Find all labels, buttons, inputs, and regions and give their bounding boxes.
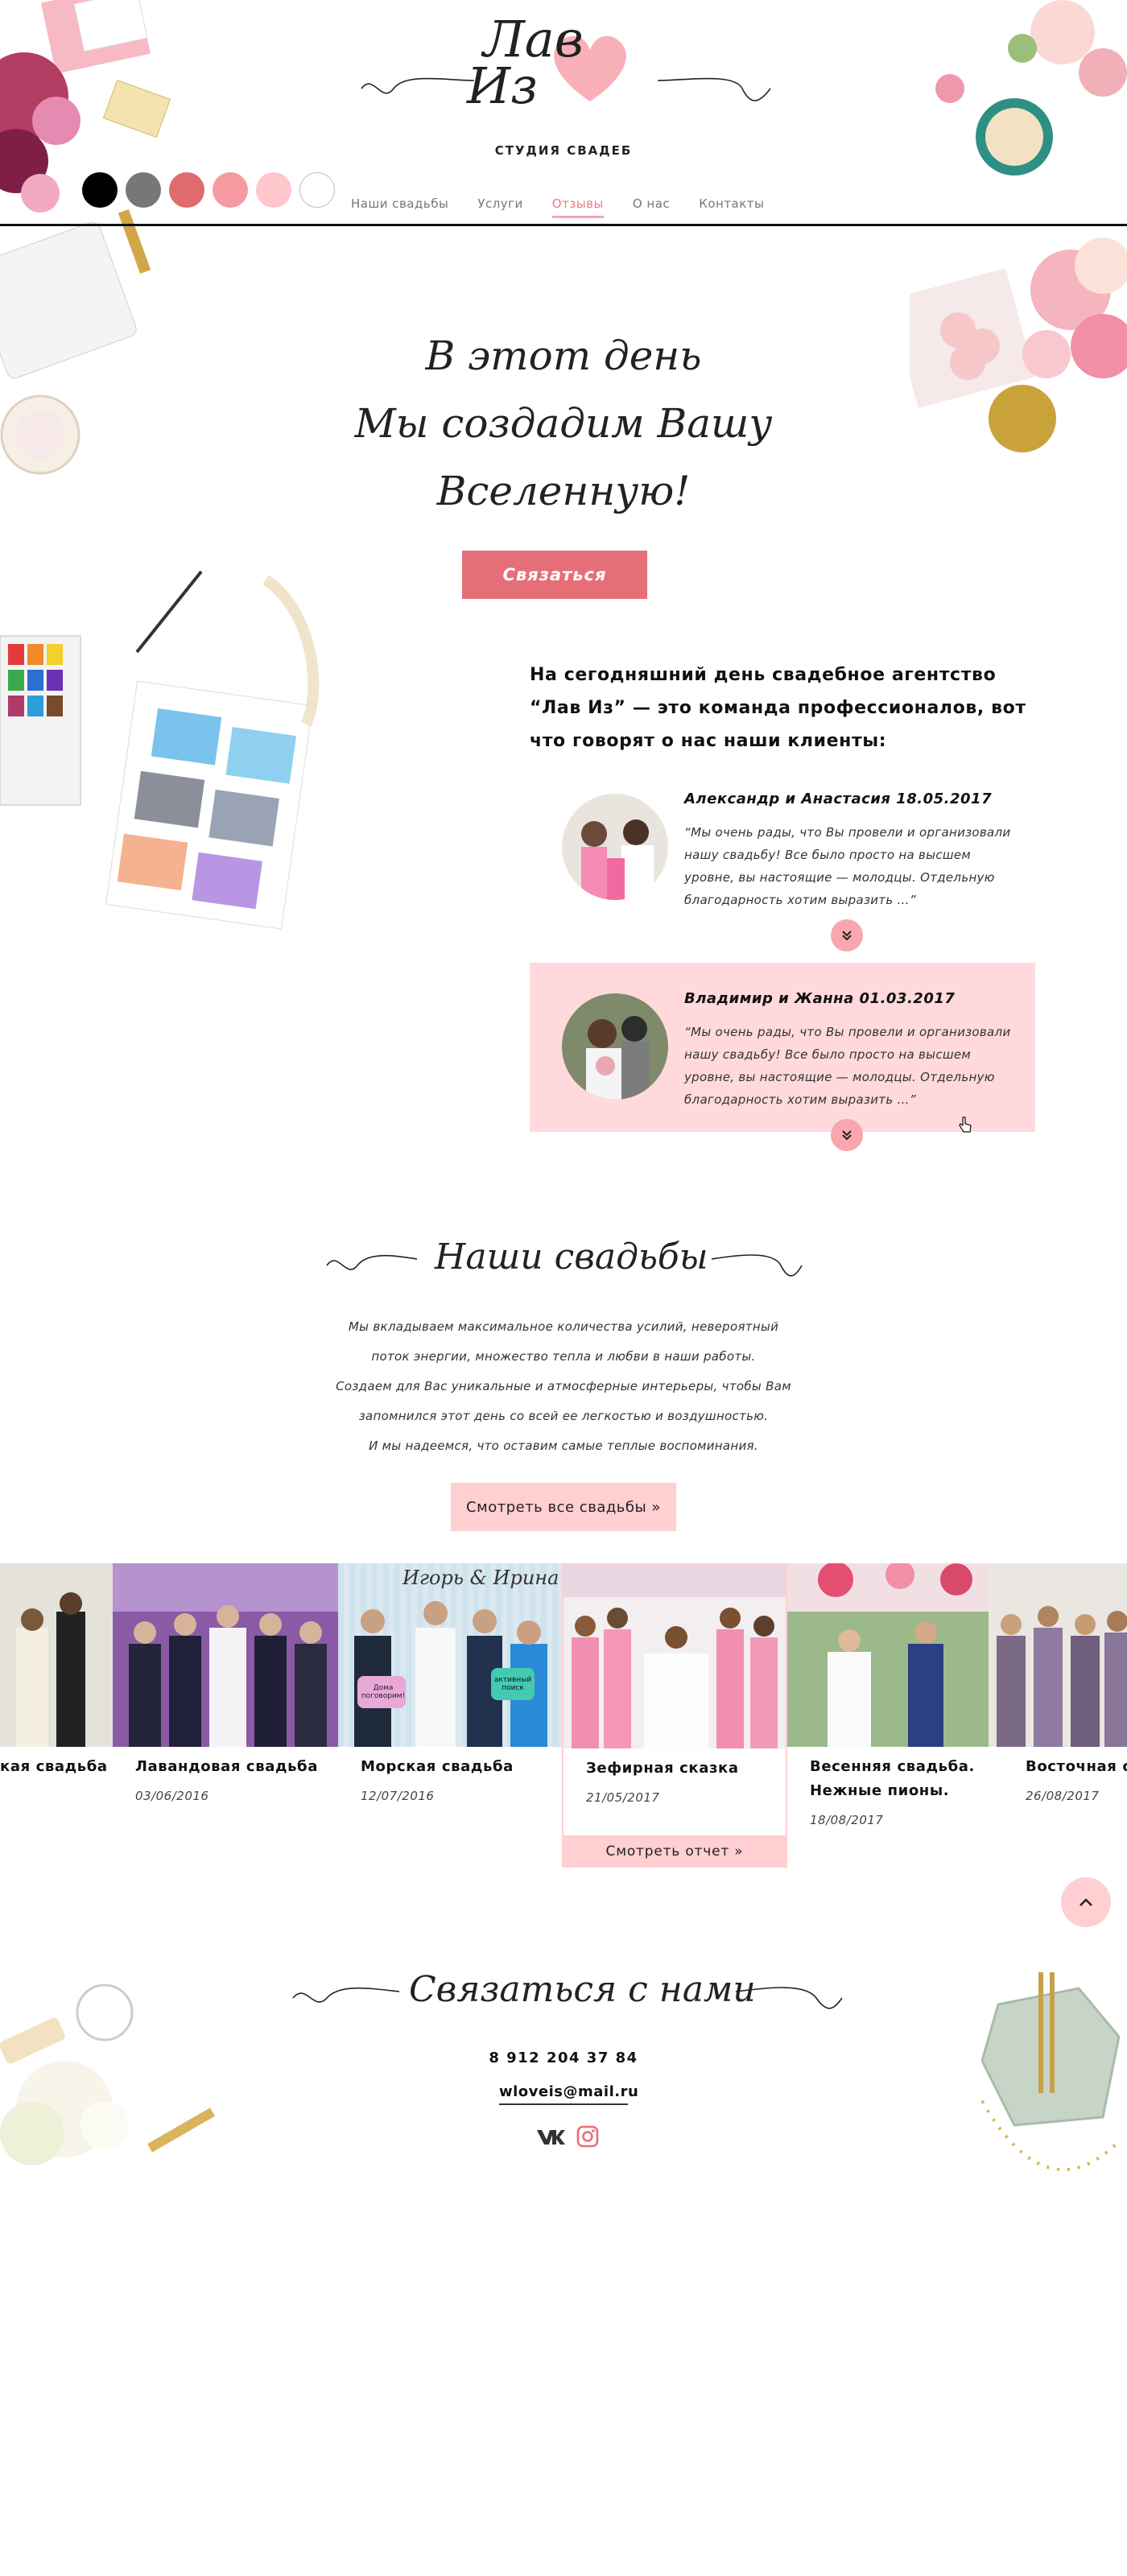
social-links [535,2125,599,2148]
hero-line-1: В этот день [425,332,702,379]
flourish-right-icon [657,77,771,101]
review-author: Владимир и Жанна 01.03.2017 [684,990,956,1007]
wedding-card-selected[interactable]: Зефирная сказка 21/05/2017 Смотреть отче… [562,1563,787,1868]
wedding-photo [0,1563,113,1747]
photo-sign: Игорь & Ирина [402,1567,559,1589]
weddings-text-line: поток энергии, множество тепла и любви в… [371,1349,756,1364]
hand-cursor-icon [959,1117,972,1133]
weddings-text-line: запомнился этот день со всей ее легкость… [358,1409,769,1423]
header-divider [0,224,1127,226]
review-avatar [562,993,668,1100]
wedding-card[interactable]: кая свадьба [0,1563,113,1829]
hero-line-2: Мы создадим Вашу [354,400,773,447]
nav-about[interactable]: О нас [633,196,670,218]
wedding-photo [989,1563,1127,1747]
weddings-text-line: И мы надеемся, что оставим самые теплые … [369,1439,758,1453]
view-report-button[interactable]: Смотреть отчет » [562,1835,787,1868]
instagram-icon[interactable] [576,2125,599,2148]
logo[interactable]: Лав Из СТУДИЯ СВАДЕБ [451,14,676,169]
wedding-card[interactable]: Весенняя свадьба. Нежные пионы. 18/08/20… [787,1563,989,1829]
wedding-title: Зефирная сказка [586,1760,739,1777]
flat-lay-decoration-top-left [0,0,171,475]
review-card: Александр и Анастасия 18.05.2017 “Мы оче… [530,763,1035,952]
flat-lay-decoration-bottom-left [0,1984,215,2165]
photo-bubble: Дома поговорим! [361,1684,406,1700]
chevron-up-icon[interactable] [1061,1877,1111,1927]
swatch-white [299,172,335,208]
wedding-card[interactable]: Лавандовая свадьба 03/06/2016 [113,1563,338,1829]
phone-number[interactable]: 8 912 204 37 84 [402,2050,724,2066]
flourish-right-icon [735,1987,843,2009]
wedding-title: Восточная с [1026,1758,1127,1775]
flourish-left-icon [326,1254,418,1270]
wedding-card[interactable]: Восточная с 26/08/2017 [989,1563,1127,1829]
wedding-date: 21/05/2017 [586,1790,660,1805]
logo-subtitle: СТУДИЯ СВАДЕБ [494,143,633,158]
review-author: Александр и Анастасия 18.05.2017 [684,791,993,807]
photo-bubble: активный поиск [493,1676,532,1692]
flourish-left-icon [292,1987,400,2003]
wedding-date: 03/06/2016 [135,1789,209,1803]
wedding-date: 18/08/2017 [810,1813,884,1827]
main-nav: Наши свадьбы Услуги Отзывы О нас Контакт… [351,196,793,218]
wedding-title: Весенняя свадьба. Нежные пионы. [810,1758,975,1799]
swatch-light-pink [256,172,291,208]
wedding-date: 26/08/2017 [1026,1789,1100,1803]
wedding-title: Морская свадьба [361,1758,514,1775]
nav-weddings[interactable]: Наши свадьбы [351,196,448,218]
nav-services[interactable]: Услуги [477,196,522,218]
wedding-photo: Игорь & Ирина Дома поговорим! активный п… [338,1563,562,1747]
swatch-pink [213,172,248,208]
review-text: “Мы очень рады, что Вы провели и организ… [684,825,1011,907]
flat-lay-decoration-top-right [910,0,1127,452]
vk-icon[interactable] [535,2125,567,2148]
nav-reviews[interactable]: Отзывы [551,196,604,218]
email-link[interactable]: wloveis@mail.ru [499,2083,638,2105]
flourish-left-icon [361,77,475,94]
review-card: Владимир и Жанна 01.03.2017 “Мы очень ра… [530,963,1035,1151]
review-text: “Мы очень рады, что Вы провели и организ… [684,1025,1011,1107]
wedding-date: 12/07/2016 [361,1789,435,1803]
flourish-right-icon [711,1254,803,1277]
weddings-description: Мы вкладываем максимальное количества ус… [306,1312,821,1461]
double-chevron-down-icon[interactable] [831,919,863,952]
swatch-grey [126,172,161,208]
logo-word-2: Из [467,56,538,115]
weddings-text-line: Создаем для Вас уникальные и атмосферные… [336,1379,791,1393]
hero-slogan: В этот день Мы создадим Вашу Вселенную! [306,322,821,525]
contact-button[interactable]: Связаться [462,551,647,599]
flat-lay-decoration-bottom-right [980,1972,1121,2172]
color-palette [82,172,335,208]
wedding-photo [564,1565,786,1748]
wedding-photo [787,1563,989,1747]
weddings-gallery: кая свадьба Лавандовая свадьба 03/06/201… [0,1563,1127,1869]
review-avatar [562,794,668,900]
weddings-title: Наши свадьбы [435,1236,708,1278]
swatch-red [169,172,204,208]
double-chevron-down-icon[interactable] [831,1119,863,1151]
swatch-black [82,172,118,208]
nav-contacts[interactable]: Контакты [699,196,764,218]
wedding-title: кая свадьба [0,1758,108,1775]
contacts-title: Связаться с нами [409,1969,756,2010]
wedding-title: Лавандовая свадьба [135,1758,318,1775]
wedding-photo [113,1563,338,1747]
reviews-intro: На сегодняшний день свадебное агентство … [530,665,1026,751]
view-all-weddings-button[interactable]: Смотреть все свадьбы » [451,1483,676,1531]
wedding-card[interactable]: Игорь & Ирина Дома поговорим! активный п… [338,1563,562,1829]
weddings-text-line: Мы вкладываем максимальное количества ус… [348,1319,779,1334]
watercolor-decoration-left [0,570,320,930]
hero-line-3: Вселенную! [436,468,691,514]
